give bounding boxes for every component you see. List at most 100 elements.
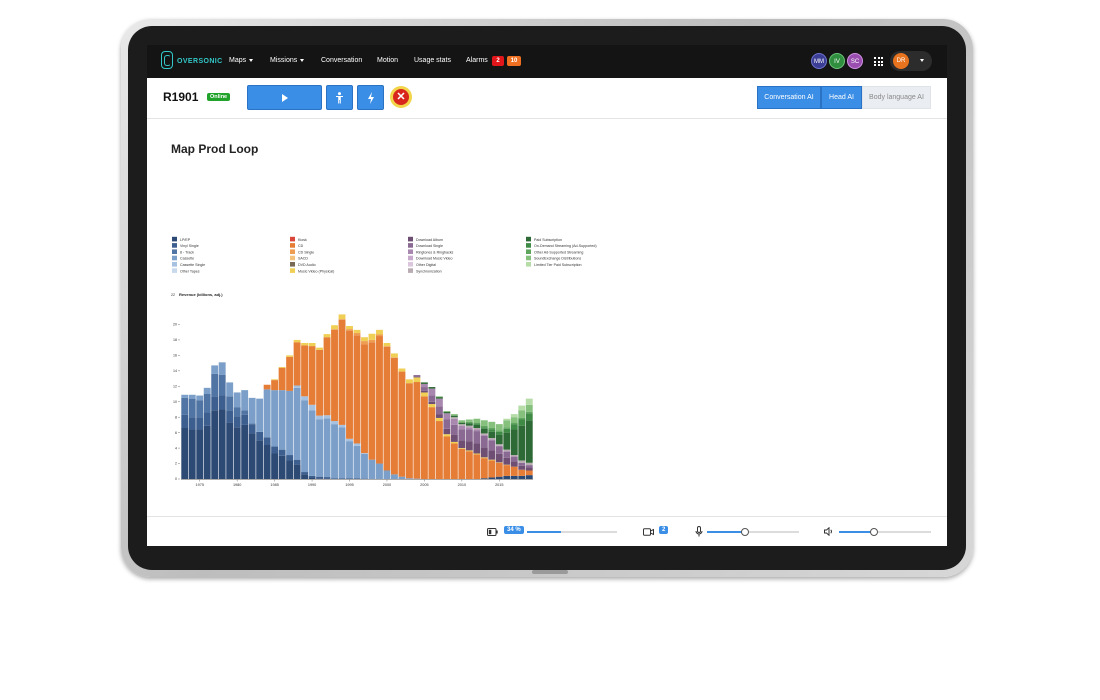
bar-segment — [510, 475, 518, 479]
legend-swatch — [172, 255, 177, 261]
nav-item-missions[interactable]: Missions — [270, 57, 305, 64]
bar-segment — [338, 319, 346, 320]
bar-segment — [450, 418, 458, 425]
x-tick-label: 1980 — [233, 483, 241, 487]
volume-slider[interactable] — [839, 528, 931, 536]
microphone-icon[interactable] — [695, 526, 703, 537]
bar-segment — [525, 420, 533, 463]
x-tick-label: 2010 — [458, 483, 466, 487]
legend-swatch — [172, 249, 177, 254]
legend-swatch — [526, 249, 531, 254]
bar-segment — [218, 362, 226, 375]
bar-segment — [211, 373, 219, 397]
x-tick-label: 2005 — [420, 483, 428, 487]
nav-item-conversation[interactable]: Conversation — [321, 57, 362, 64]
legend-swatch — [172, 243, 177, 248]
alarm-badge-warning[interactable]: 10 — [507, 56, 521, 66]
legend-label: Other Tapes — [180, 269, 200, 273]
tab-conversation-ai[interactable]: Conversation AI — [757, 86, 821, 109]
avatar[interactable]: IV — [829, 53, 845, 69]
alarm-badge-critical[interactable]: 2 — [492, 56, 504, 66]
bar-segment — [218, 409, 226, 479]
bar-segment — [316, 415, 323, 420]
bar-segment — [525, 462, 533, 466]
legend-swatch — [408, 236, 413, 242]
legend-swatch — [408, 268, 413, 273]
close-icon: ✕ — [393, 89, 409, 105]
battery-icon — [487, 528, 498, 536]
microphone-slider[interactable] — [707, 528, 799, 536]
bar-segment — [525, 413, 533, 421]
nav-item-maps[interactable]: Maps — [229, 57, 254, 64]
bar-segment — [398, 368, 406, 372]
bar-segment — [480, 425, 488, 428]
bar-segment — [301, 474, 309, 479]
bar-segment — [458, 422, 466, 425]
bar-segment — [248, 433, 256, 479]
bar-segment — [510, 456, 518, 462]
bar-segment — [271, 453, 279, 479]
legend-label: Synchronization — [416, 269, 442, 273]
bar-segment — [248, 424, 256, 434]
bar-segment — [353, 478, 361, 479]
chevron-down-icon — [249, 58, 254, 62]
legend-label: SACD — [298, 257, 308, 261]
bar-segment — [488, 459, 496, 461]
play-button[interactable] — [247, 85, 322, 110]
legend-swatch — [526, 262, 531, 267]
y-tick-label: 0 — [175, 477, 177, 481]
camera-icon[interactable] — [643, 528, 654, 536]
bar-segment — [361, 337, 368, 342]
motion-button[interactable] — [326, 85, 353, 110]
bar-segment — [233, 427, 241, 479]
robot-toolbar: R1901 Online ✕ Conversation AI Head AI B… — [147, 78, 947, 119]
bar-segment — [271, 446, 279, 454]
slider-handle[interactable] — [740, 528, 749, 536]
apps-grid-icon[interactable] — [874, 57, 883, 66]
bar-segment — [473, 453, 481, 455]
bar-segment — [346, 326, 353, 330]
speaker-icon[interactable] — [824, 527, 834, 536]
bar-segment — [465, 451, 473, 479]
user-avatar: DR — [893, 53, 909, 69]
bar-segment — [383, 470, 391, 479]
nav-item-alarms[interactable]: Alarms — [466, 57, 488, 64]
bar-segment — [346, 441, 353, 479]
bottom-controls: 34 % 2 — [147, 516, 947, 546]
bar-segment — [338, 314, 346, 320]
bar-segment — [308, 404, 316, 411]
tab-body-language-ai[interactable]: Body language AI — [862, 86, 931, 109]
bar-segment — [271, 380, 279, 391]
bar-segment — [510, 414, 518, 418]
y-tick-label: 16 — [173, 354, 177, 358]
bar-segment — [480, 457, 488, 459]
slider-handle[interactable] — [870, 528, 879, 536]
legend-swatch — [526, 255, 531, 261]
bar-segment — [368, 333, 376, 340]
bar-segment — [361, 344, 368, 454]
bar-segment — [518, 465, 526, 470]
avatar[interactable]: SC — [847, 53, 863, 69]
bar-segment — [488, 460, 496, 478]
avatar[interactable]: MM — [811, 53, 827, 69]
legend-label: Download Album — [416, 238, 443, 242]
bar-segment — [480, 420, 488, 426]
legend-label: Music Video (Physical) — [298, 269, 334, 273]
x-tick-label: 2015 — [495, 483, 503, 487]
tab-head-ai[interactable]: Head AI — [821, 86, 862, 109]
bar-segment — [518, 425, 526, 461]
logo[interactable]: OVERSONIC — [161, 51, 223, 69]
bar-segment — [458, 440, 466, 449]
bar-segment — [331, 325, 338, 330]
bar-segment — [293, 459, 301, 465]
emergency-stop-button[interactable]: ✕ — [390, 86, 412, 108]
power-button[interactable] — [357, 85, 384, 110]
bar-segment — [495, 476, 503, 479]
user-menu[interactable]: DR — [890, 51, 932, 71]
bar-segment — [488, 450, 496, 460]
bar-segment — [473, 428, 481, 430]
nav-item-motion[interactable]: Motion — [377, 57, 398, 64]
bar-segment — [480, 433, 488, 435]
nav-item-usage-stats[interactable]: Usage stats — [414, 57, 451, 64]
chart-y-axis: 0 2 4 6 8 10 12 14 16 18 20 22 — [171, 293, 180, 481]
